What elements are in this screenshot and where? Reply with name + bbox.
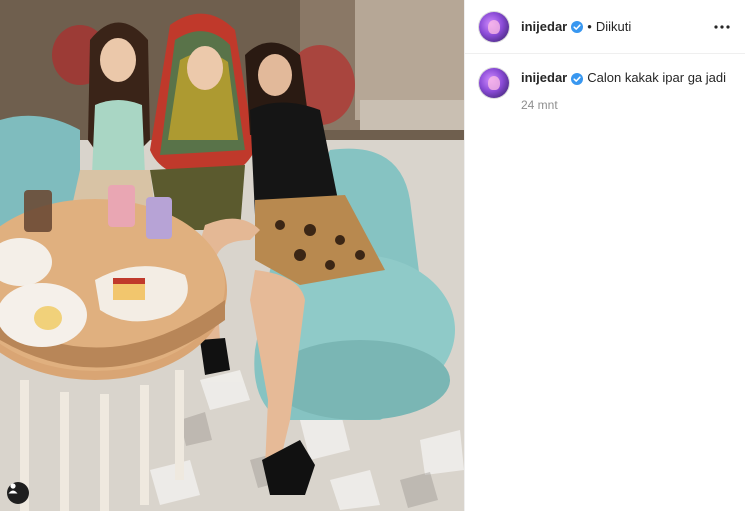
caption-body: inijedar Calon kakak ipar ga jadi 24 mnt xyxy=(521,68,726,112)
post-caption: inijedar Calon kakak ipar ga jadi 24 mnt xyxy=(465,54,745,112)
verified-badge-icon xyxy=(571,20,584,33)
header-separator: • xyxy=(587,19,592,34)
caption-line: inijedar Calon kakak ipar ga jadi xyxy=(521,70,726,86)
caption-username[interactable]: inijedar xyxy=(521,70,567,85)
caption-text: Calon kakak ipar ga jadi xyxy=(587,70,726,85)
post-side-panel: inijedar • Diikuti inijedar Calon kakak … xyxy=(464,0,745,511)
user-tag-icon[interactable] xyxy=(7,482,29,504)
photo-illustration xyxy=(0,0,464,511)
more-horizontal-icon[interactable] xyxy=(713,18,731,36)
follow-status-button[interactable]: Diikuti xyxy=(596,19,631,34)
post-photo[interactable] xyxy=(0,0,464,511)
post-timestamp[interactable]: 24 mnt xyxy=(521,98,726,112)
caption-avatar[interactable] xyxy=(479,68,509,98)
instagram-post: inijedar • Diikuti inijedar Calon kakak … xyxy=(0,0,745,511)
header-username[interactable]: inijedar xyxy=(521,19,567,34)
profile-avatar[interactable] xyxy=(479,11,509,42)
post-header: inijedar • Diikuti xyxy=(465,0,745,54)
verified-badge-icon xyxy=(571,72,584,85)
